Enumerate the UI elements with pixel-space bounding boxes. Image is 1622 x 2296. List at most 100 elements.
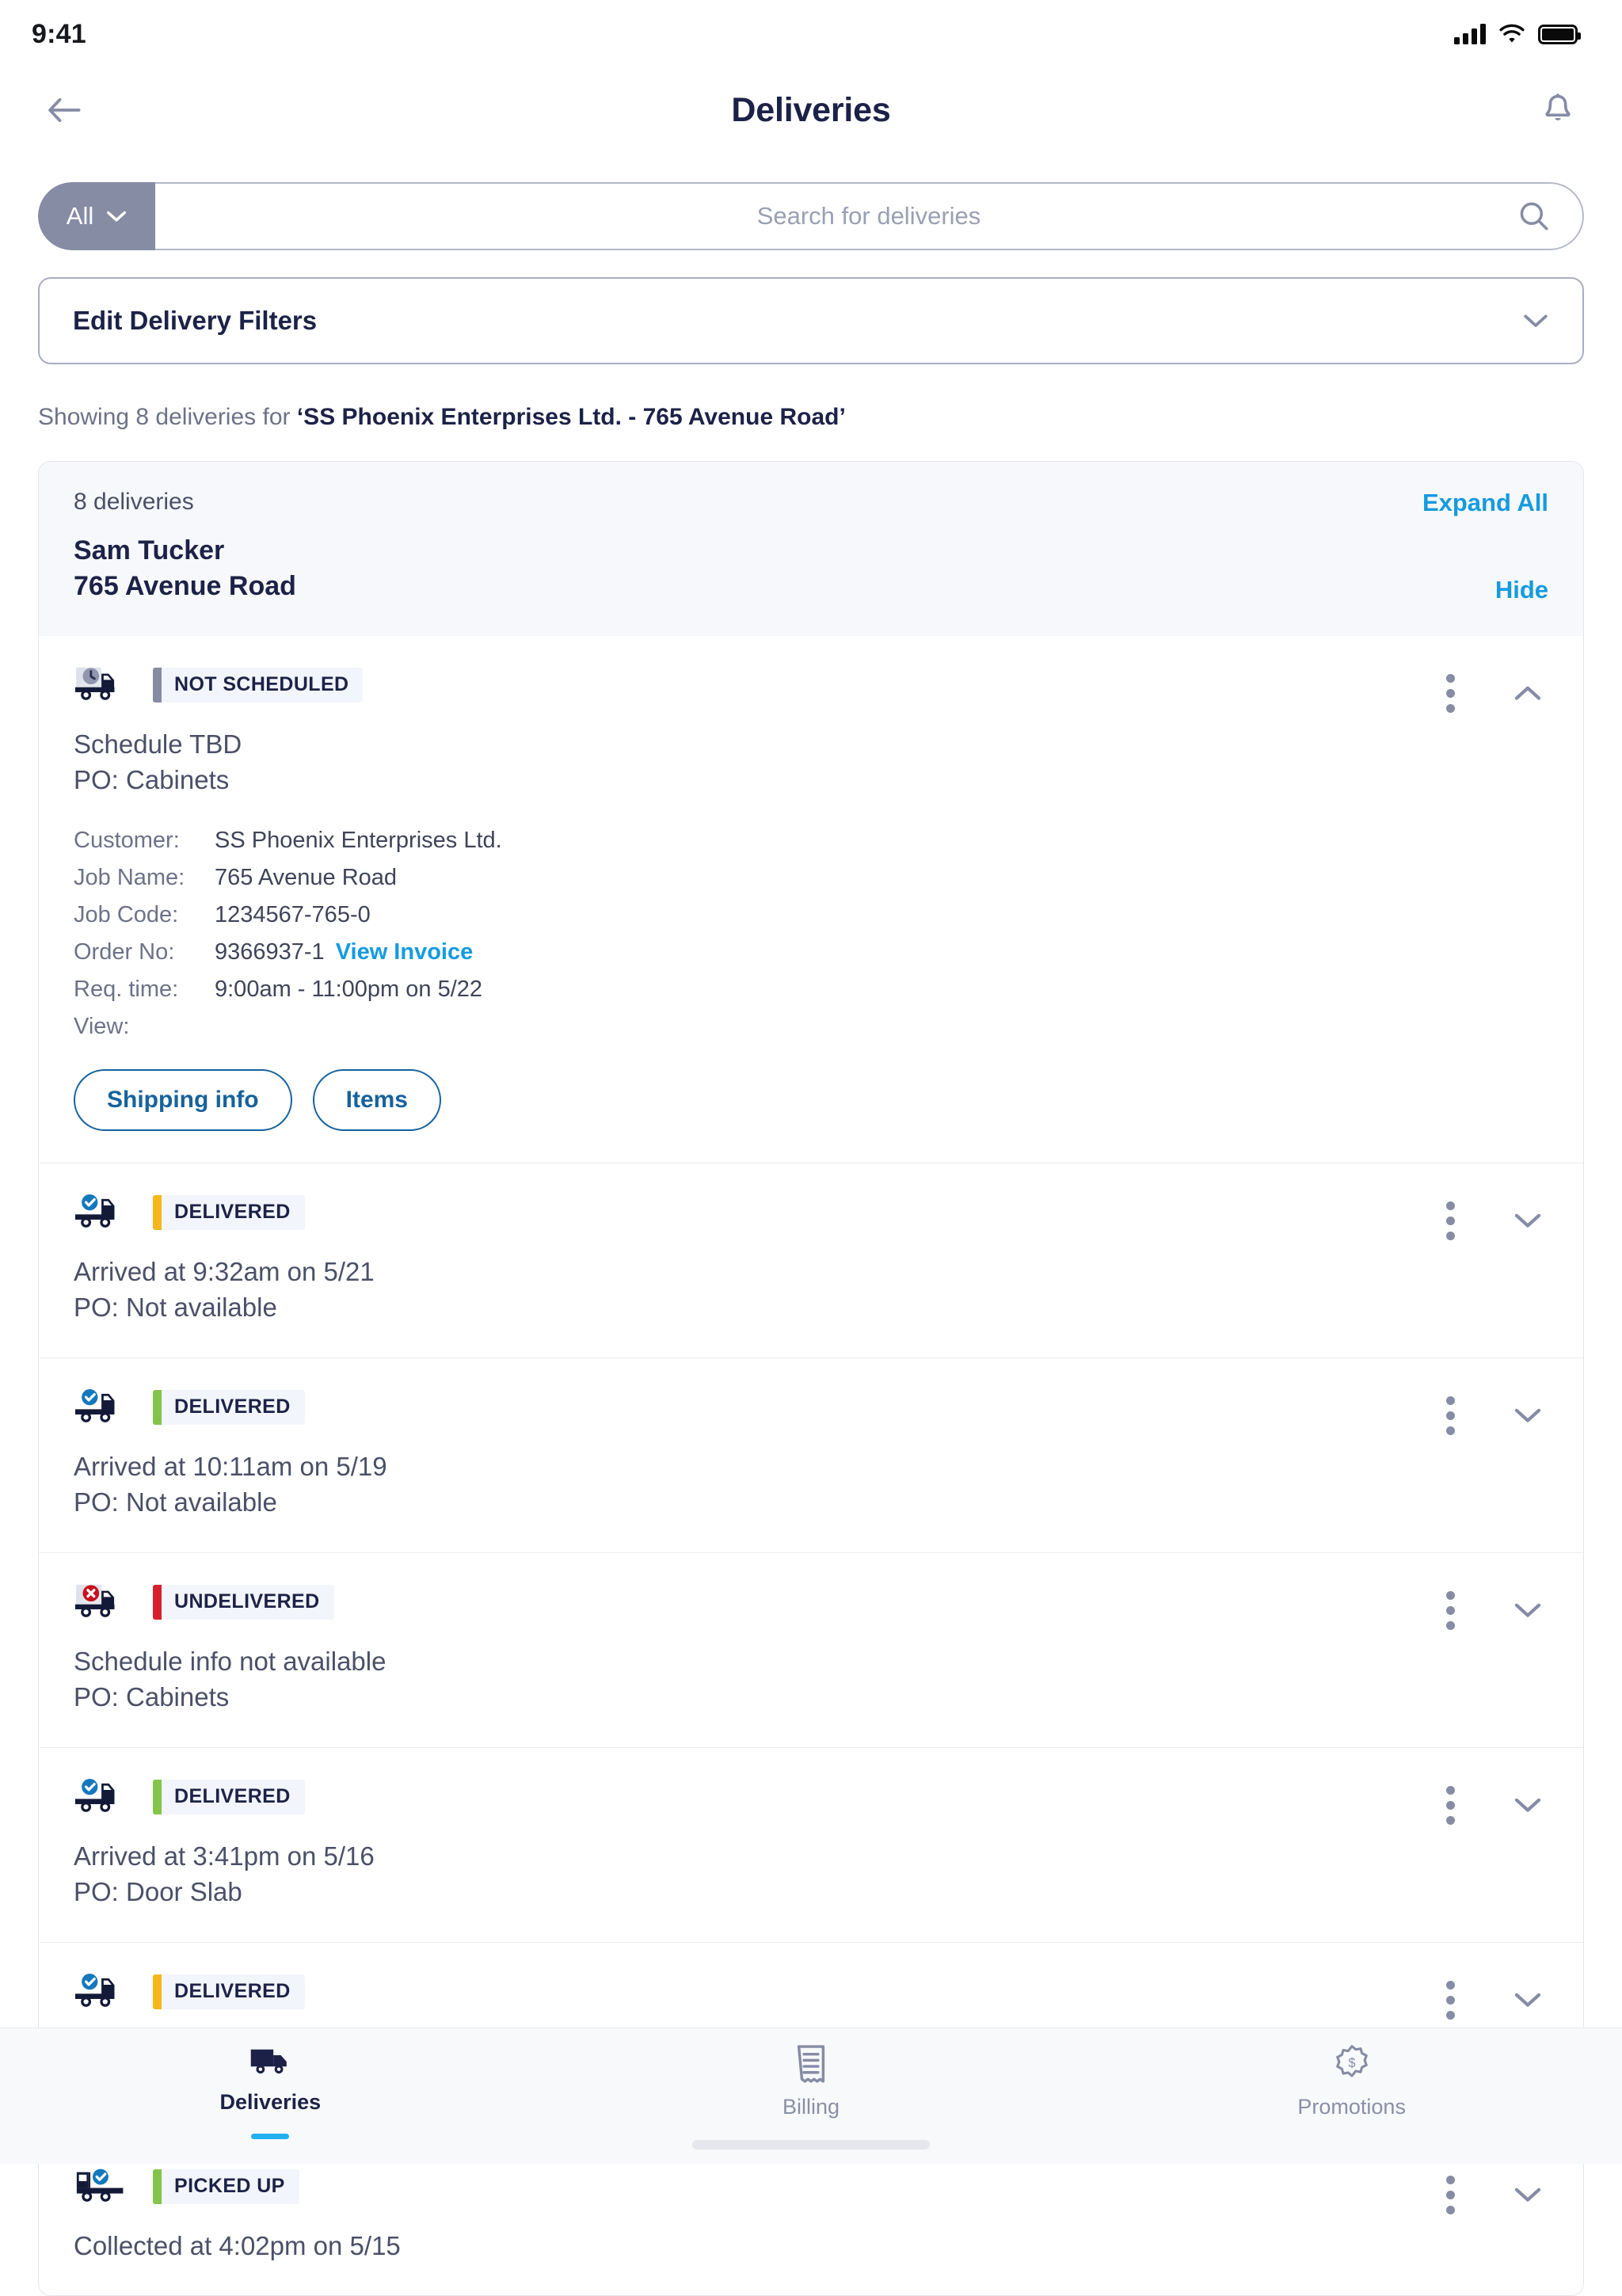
more-options-icon[interactable] [1437,1585,1463,1636]
detail-key: Order No: [74,939,175,965]
status-badge-label: PICKED UP [174,2175,285,2198]
delivery-row-lines: Schedule TBD PO: Cabinets [74,726,1548,798]
chevron-down-icon [1514,1799,1541,1813]
expand-collapse-button[interactable] [1507,1595,1548,1625]
status-color-bar [153,1779,162,1814]
edit-delivery-filters-label: Edit Delivery Filters [73,306,318,335]
detail-value: 1234567-765-0 [215,897,371,934]
more-options-icon[interactable] [1437,1390,1463,1441]
expand-all-button[interactable]: Expand All [1422,489,1548,517]
results-summary: Showing 8 deliveries for ‘SS Phoenix Ent… [38,404,1584,431]
delivery-row-actions [1437,1974,1548,2026]
nav-item-deliveries[interactable]: Deliveries [0,2044,541,2139]
view-invoice-link[interactable]: View Invoice [336,939,474,965]
search-submit-button[interactable] [1517,200,1551,233]
more-options-icon[interactable] [1437,2169,1463,2221]
status-color-bar [153,667,162,703]
chevron-down-icon [1514,1213,1541,1228]
search-scope-dropdown[interactable]: All [38,182,155,250]
delivery-count: 8 deliveries [74,489,194,515]
status-badge: PICKED UP [153,2168,299,2204]
more-options-icon[interactable] [1437,668,1463,719]
truck-check-icon [74,1388,115,1422]
expand-collapse-button[interactable] [1507,1985,1548,2015]
shipping-info-button[interactable]: Shipping info [74,1068,292,1131]
status-icons [1454,24,1581,44]
delivery-row-lines: Arrived at 9:32am on 5/21 PO: Not availa… [74,1254,1548,1326]
delivery-row-actions [1437,1585,1548,1636]
nav-item-billing[interactable]: Billing [541,2044,1082,2119]
detail-row: Job Name: 765 Avenue Road [74,859,1548,897]
detail-row: Job Code: 1234567-765-0 [74,897,1548,934]
hide-button[interactable]: Hide [1495,576,1548,604]
nav-label-promotions: Promotions [1297,2095,1406,2119]
more-options-icon[interactable] [1437,1974,1463,2026]
expand-collapse-button[interactable] [1507,678,1548,708]
cellular-signal-icon [1454,24,1486,44]
notifications-button[interactable] [1533,86,1582,135]
more-options-icon[interactable] [1437,1195,1463,1247]
more-options-icon[interactable] [1437,1780,1463,1831]
delivery-details: Customer: SS Phoenix Enterprises Ltd. Jo… [74,822,1548,1045]
status-color-bar [153,1194,162,1230]
truck-check-icon [74,1778,115,1812]
chevron-down-icon [1514,1993,1541,2008]
status-bar: 9:41 [0,0,1622,68]
status-badge: DELIVERED [153,1974,305,2009]
delivery-row[interactable]: DELIVERED Arrived at 3:41pm on 5/16 PO: … [39,1746,1583,1942]
delivery-row[interactable]: DELIVERED Arrived at 9:32am on 5/21 PO: … [39,1162,1583,1357]
detail-value: 9:00am - 11:00pm on 5/22 [215,971,482,1008]
delivery-row-header: NOT SCHEDULED [74,663,1548,707]
expand-collapse-button[interactable] [1507,1400,1548,1430]
delivery-schedule-line: Arrived at 3:41pm on 5/16 [74,1841,375,1871]
delivery-schedule-line: Arrived at 9:32am on 5/21 [74,1256,375,1286]
delivery-row[interactable]: DELIVERED Arrived at 10:11am on 5/19 PO:… [39,1357,1583,1552]
chevron-down-icon [1514,2188,1541,2203]
delivery-po-line: PO: Door Slab [74,1877,242,1907]
expand-collapse-button[interactable] [1507,2180,1548,2210]
detail-value: SS Phoenix Enterprises Ltd. [215,822,502,859]
delivery-schedule-line: Arrived at 10:11am on 5/19 [74,1451,387,1481]
delivery-po-line: PO: Cabinets [74,1682,230,1712]
search-input[interactable]: Search for deliveries [155,182,1584,250]
detail-value-text: 9366937-1 [215,939,325,965]
chevron-down-icon [1524,314,1548,327]
nav-item-promotions[interactable]: $ Promotions [1081,2044,1622,2119]
detail-key: Job Code: [74,901,179,927]
chevron-down-icon [107,211,127,222]
status-color-bar [153,1584,162,1620]
delivery-row-actions [1437,1780,1548,1831]
detail-value: 765 Avenue Road [215,859,397,897]
delivery-row-header: DELIVERED [74,1190,1548,1235]
expand-collapse-button[interactable] [1507,1205,1548,1236]
delivery-schedule-line: Collected at 4:02pm on 5/15 [74,2230,401,2260]
status-badge: UNDELIVERED [153,1584,334,1620]
nav-label-billing: Billing [782,2095,840,2119]
delivery-row-actions [1437,2169,1548,2221]
status-badge: DELIVERED [153,1194,305,1230]
detail-value-text: SS Phoenix Enterprises Ltd. [215,827,502,853]
status-time: 9:41 [32,18,86,49]
discount-badge-icon: $ [1335,2045,1368,2077]
edit-delivery-filters[interactable]: Edit Delivery Filters [38,277,1584,364]
chevron-down-icon [1514,1408,1541,1422]
truck-check-icon [74,1194,115,1228]
detail-row: Order No: 9366937-1 View Invoice [74,934,1548,971]
delivery-po-line: PO: Not available [74,1293,277,1323]
delivery-po-line: PO: Cabinets [74,765,230,795]
status-color-bar [153,1389,162,1425]
delivery-row[interactable]: UNDELIVERED Schedule info not available … [39,1552,1583,1747]
delivery-po-line: PO: Not available [74,1487,277,1517]
contact-name: Sam Tucker [74,535,225,565]
delivery-group-header: 8 deliveries Sam Tucker 765 Avenue Road … [39,462,1583,636]
delivery-row[interactable]: NOT SCHEDULED Schedule TBD PO: Cabinets … [39,635,1583,1163]
detail-value: 9366937-1 View Invoice [215,934,473,971]
delivery-group-card: 8 deliveries Sam Tucker 765 Avenue Road … [38,461,1584,2296]
detail-key: View: [74,1013,130,1039]
results-summary-target: ‘SS Phoenix Enterprises Ltd. - 765 Avenu… [296,404,846,430]
expand-collapse-button[interactable] [1507,1790,1548,1820]
receipt-icon [797,2045,825,2083]
chevron-down-icon [1514,1604,1541,1617]
delivery-row-lines: Schedule info not available PO: Cabinets [74,1643,1548,1715]
items-button[interactable]: Items [312,1068,441,1131]
